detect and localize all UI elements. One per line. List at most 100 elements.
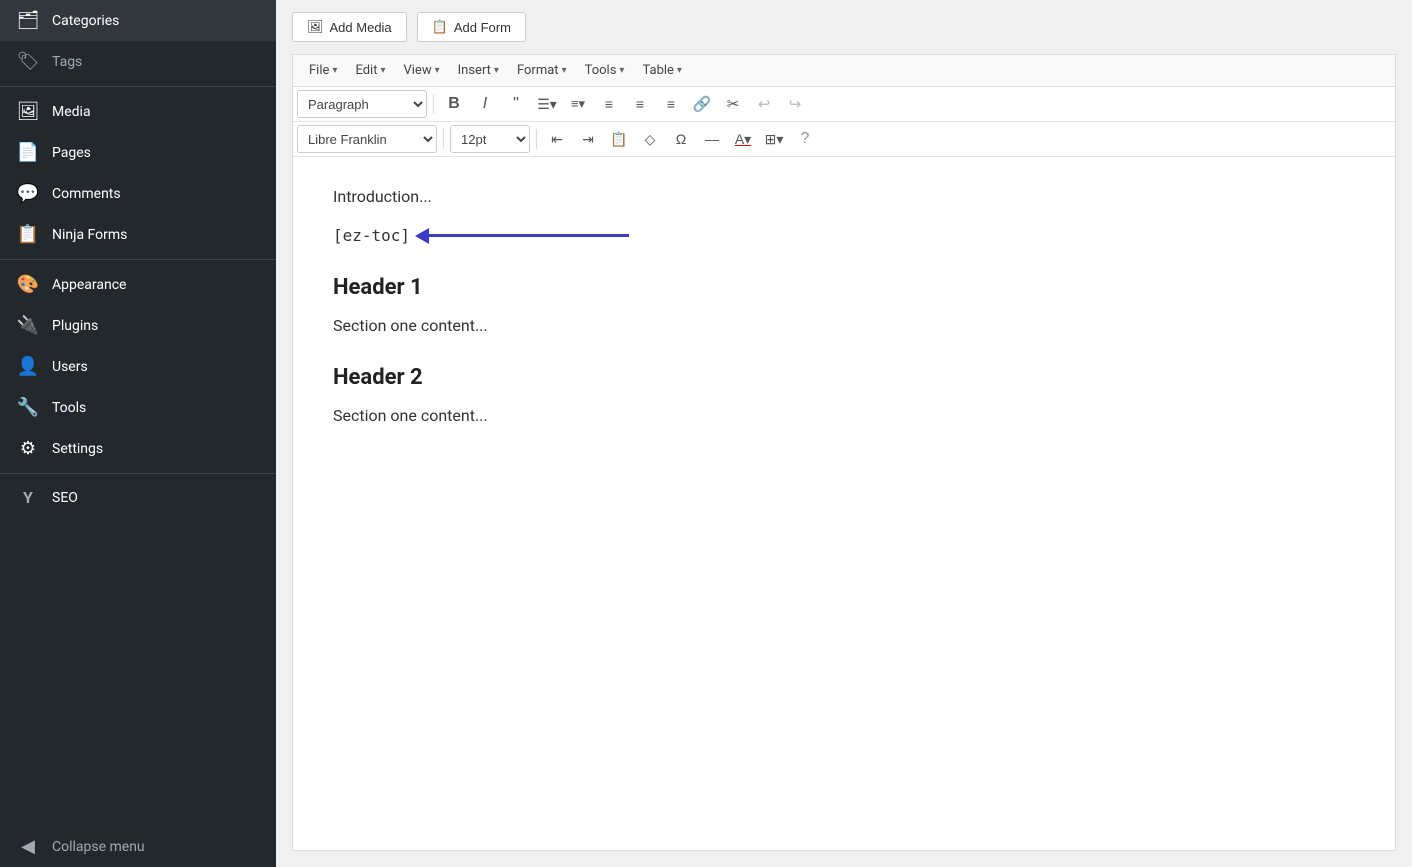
menu-view-label: View: [403, 63, 431, 78]
sidebar-item-pages[interactable]: 📄 Pages: [0, 132, 276, 173]
menu-table[interactable]: Table ▾: [634, 59, 690, 82]
redo-button[interactable]: ↪: [781, 90, 809, 118]
appearance-icon: 🎨: [16, 274, 40, 295]
sidebar-divider: [0, 86, 276, 87]
shortcode-text: [ez-toc]: [333, 226, 410, 245]
chevron-down-icon: ▾: [677, 65, 682, 76]
link-button[interactable]: 🔗: [688, 90, 716, 118]
menu-edit-label: Edit: [355, 63, 377, 78]
seo-icon: Y: [16, 488, 40, 507]
add-form-icon: 📋: [432, 19, 448, 35]
omega-button[interactable]: Ω: [667, 125, 695, 153]
chevron-down-icon: ▾: [332, 65, 337, 76]
chevron-down-icon: ▾: [562, 65, 567, 76]
sidebar-item-users[interactable]: 👤 Users: [0, 346, 276, 387]
tools-icon: 🔧: [16, 397, 40, 418]
ordered-list-button[interactable]: ≡▾: [564, 90, 592, 118]
chevron-down-icon: ▾: [435, 65, 440, 76]
sidebar-item-tools[interactable]: 🔧 Tools: [0, 387, 276, 428]
add-media-label: Add Media: [330, 20, 392, 35]
menu-file[interactable]: File ▾: [301, 59, 345, 82]
section-1-content: Section one content...: [333, 316, 1355, 335]
menu-edit[interactable]: Edit ▾: [347, 59, 393, 82]
sidebar-item-label: Tools: [52, 400, 86, 416]
collapse-icon: ◀: [16, 836, 40, 857]
toolbar-row-2: Libre Franklin 12pt ⇤ ⇥ 📋 ◇ Ω — A▾ ⊞▾ ?: [293, 122, 1395, 157]
eraser-button[interactable]: ◇: [636, 125, 664, 153]
font-color-button[interactable]: A▾: [729, 125, 757, 153]
outdent-button[interactable]: ⇤: [543, 125, 571, 153]
chevron-down-icon: ▾: [380, 65, 385, 76]
settings-icon: ⚙: [16, 438, 40, 459]
arrowhead-icon: [415, 228, 429, 244]
tags-icon: 🏷: [16, 51, 40, 72]
chevron-down-icon: ▾: [619, 65, 624, 76]
header-1: Header 1: [333, 275, 1355, 300]
main-content: 🖼 Add Media 📋 Add Form File ▾ Edit ▾ Vie…: [276, 0, 1412, 867]
media-icon: 🖼: [16, 101, 40, 122]
top-bar: 🖼 Add Media 📋 Add Form: [276, 0, 1412, 54]
sidebar-item-label: Tags: [52, 54, 82, 70]
table-insert-button[interactable]: ⊞▾: [760, 125, 788, 153]
menu-file-label: File: [309, 63, 329, 78]
menu-tools-label: Tools: [585, 63, 617, 78]
ninja-forms-icon: 📋: [16, 224, 40, 245]
sidebar-item-categories[interactable]: 🗂 Categories: [0, 0, 276, 41]
sidebar-item-label: Media: [52, 104, 91, 120]
menu-format-label: Format: [517, 63, 559, 78]
align-center-button[interactable]: ≡: [626, 90, 654, 118]
sidebar-item-collapse[interactable]: ◀ Collapse menu: [0, 826, 276, 867]
sidebar-divider-3: [0, 473, 276, 474]
horizontal-rule-button[interactable]: —: [698, 125, 726, 153]
sidebar-item-seo[interactable]: Y SEO: [0, 478, 276, 517]
editor-content[interactable]: Introduction... [ez-toc] Header 1 Sectio…: [293, 157, 1395, 850]
sidebar-item-appearance[interactable]: 🎨 Appearance: [0, 264, 276, 305]
add-media-button[interactable]: 🖼 Add Media: [292, 12, 407, 42]
size-select[interactable]: 12pt: [450, 125, 530, 153]
sidebar-item-label: Comments: [52, 186, 121, 202]
unordered-list-button[interactable]: ☰▾: [533, 90, 561, 118]
unlink-button[interactable]: ✂: [719, 90, 747, 118]
paste-button[interactable]: 📋: [605, 125, 633, 153]
undo-button[interactable]: ↩: [750, 90, 778, 118]
sidebar-item-label: Ninja Forms: [52, 227, 127, 243]
sidebar-item-plugins[interactable]: 🔌 Plugins: [0, 305, 276, 346]
shortcode-line: [ez-toc]: [333, 226, 1355, 245]
align-right-button[interactable]: ≡: [657, 90, 685, 118]
sidebar-item-label: SEO: [52, 490, 78, 506]
bold-button[interactable]: B: [440, 90, 468, 118]
add-media-icon: 🖼: [307, 19, 324, 35]
sidebar-item-label: Pages: [52, 145, 91, 161]
toolbar-row-1: Paragraph B I " ☰▾ ≡▾ ≡ ≡ ≡ 🔗 ✂ ↩ ↪: [293, 87, 1395, 122]
indent-button[interactable]: ⇥: [574, 125, 602, 153]
sidebar-item-tags[interactable]: 🏷 Tags: [0, 41, 276, 82]
comments-icon: 💬: [16, 183, 40, 204]
add-form-button[interactable]: 📋 Add Form: [417, 12, 526, 42]
menu-view[interactable]: View ▾: [395, 59, 447, 82]
font-select[interactable]: Libre Franklin: [297, 125, 437, 153]
sidebar-divider-2: [0, 259, 276, 260]
menu-insert[interactable]: Insert ▾: [450, 59, 507, 82]
menu-table-label: Table: [642, 63, 673, 78]
sidebar-item-settings[interactable]: ⚙ Settings: [0, 428, 276, 469]
sidebar-item-label: Appearance: [52, 277, 126, 293]
chevron-down-icon: ▾: [494, 65, 499, 76]
blockquote-button[interactable]: ": [502, 90, 530, 118]
separator-3: [536, 129, 537, 149]
italic-button[interactable]: I: [471, 90, 499, 118]
sidebar-item-media[interactable]: 🖼 Media: [0, 91, 276, 132]
sidebar-item-comments[interactable]: 💬 Comments: [0, 173, 276, 214]
sidebar-item-label: Plugins: [52, 318, 98, 334]
menu-format[interactable]: Format ▾: [509, 59, 575, 82]
sidebar-item-ninja-forms[interactable]: 📋 Ninja Forms: [0, 214, 276, 255]
header-2: Header 2: [333, 365, 1355, 390]
align-left-button[interactable]: ≡: [595, 90, 623, 118]
intro-text: Introduction...: [333, 187, 1355, 206]
help-button[interactable]: ?: [791, 125, 819, 153]
plugins-icon: 🔌: [16, 315, 40, 336]
sidebar: 🗂 Categories 🏷 Tags 🖼 Media 📄 Pages 💬 Co…: [0, 0, 276, 867]
paragraph-select[interactable]: Paragraph: [297, 90, 427, 118]
arrow-annotation: [416, 228, 629, 244]
menu-tools[interactable]: Tools ▾: [577, 59, 633, 82]
users-icon: 👤: [16, 356, 40, 377]
